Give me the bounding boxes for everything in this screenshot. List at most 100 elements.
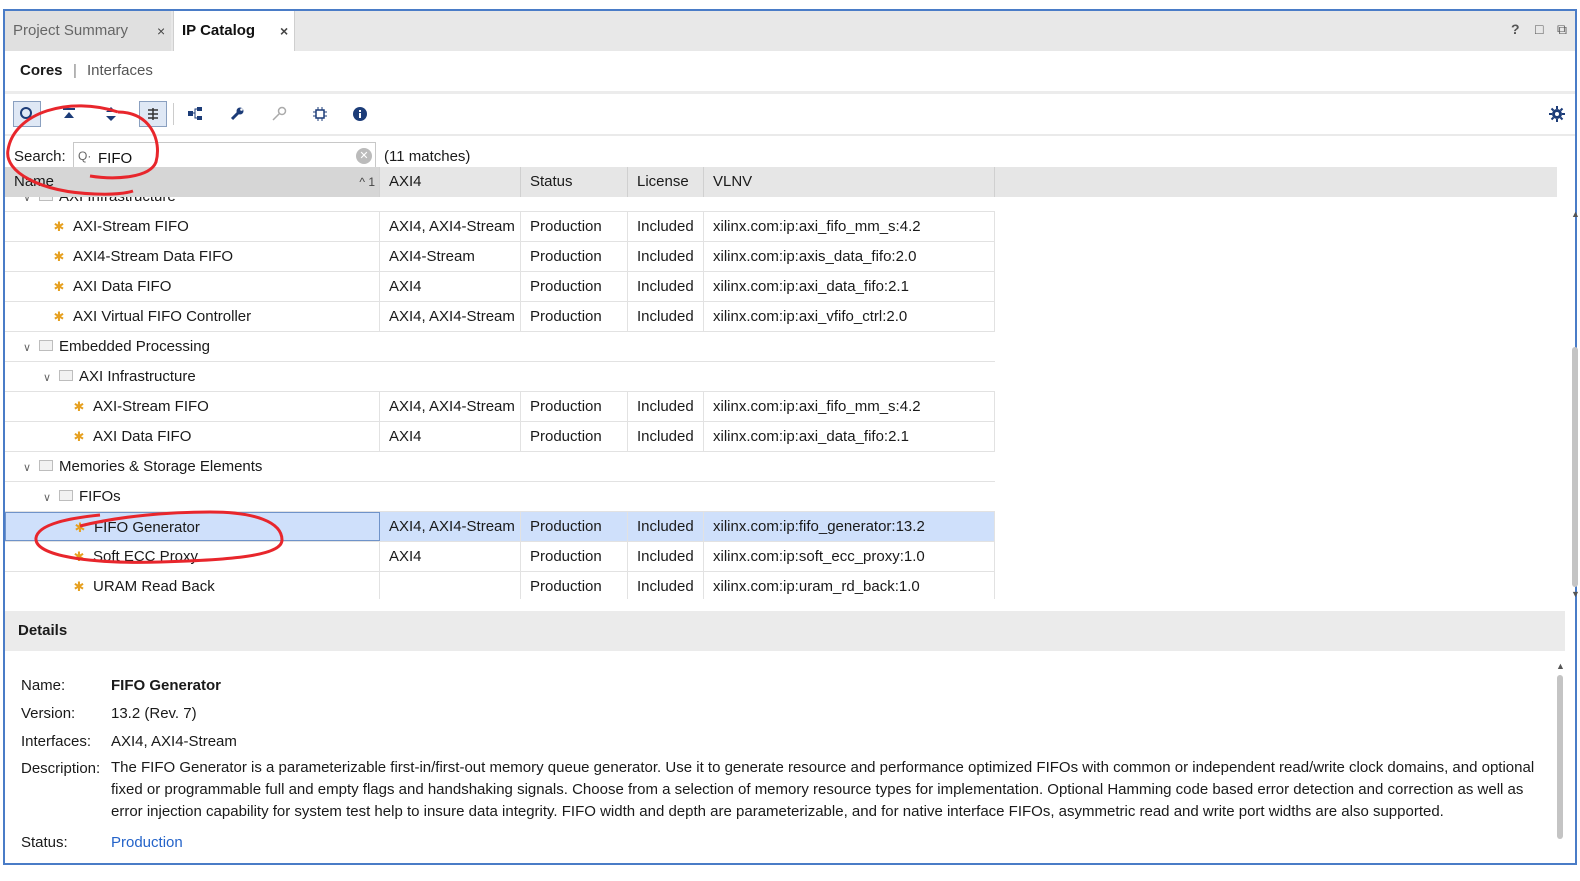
ip-core-icon: ✱ (53, 249, 65, 264)
tab-ip-catalog[interactable]: IP Catalog × (173, 11, 295, 51)
folder-icon (59, 369, 73, 381)
key-icon (272, 106, 287, 121)
cell-name: ✱ URAM Read Back (5, 572, 380, 599)
help-icon[interactable]: ? (1511, 21, 1520, 37)
table-row[interactable]: ✱ AXI-Stream FIFO AXI4, AXI4-Stream Product… (5, 392, 995, 422)
table-row[interactable]: ✱ AXI Data FIFO AXI4 Production Included xili… (5, 272, 995, 302)
cell-status: Production (521, 272, 628, 301)
tree-folder-row[interactable]: ∨ Memories & Storage Elements (5, 452, 995, 482)
folder-icon (39, 459, 53, 471)
cell-name: ✱ Soft ECC Proxy (5, 542, 380, 571)
cell-name: ✱ AXI-Stream FIFO (5, 392, 380, 421)
chevron-down-icon[interactable]: ∨ (19, 197, 35, 211)
search-toggle-button[interactable] (13, 101, 41, 127)
table-scrollbar[interactable]: ▲ ▼ (1570, 197, 1580, 599)
close-icon[interactable]: × (280, 11, 288, 51)
details-version-label: Version: (21, 705, 76, 722)
hierarchy-button[interactable] (181, 101, 209, 127)
ip-table: ∨ AXI Infrastructure ✱ AXI-Stream FIFO AXI4,… (5, 197, 1557, 599)
clear-search-icon[interactable]: ✕ (356, 148, 372, 164)
table-row[interactable]: ✱ Soft ECC Proxy AXI4 Production Included xil… (5, 542, 995, 572)
float-icon[interactable]: ⧉ (1557, 21, 1567, 38)
row-label: Memories & Storage Elements (59, 458, 263, 475)
cell-status: Production (521, 302, 628, 331)
cell-vlnv: xilinx.com:ip:uram_rd_back:1.0 (704, 572, 995, 599)
cell-name: ✱ AXI Data FIFO (5, 272, 380, 301)
cell-vlnv: xilinx.com:ip:axi_fifo_mm_s:4.2 (704, 392, 995, 421)
cell-name: ∨ Memories & Storage Elements (5, 452, 995, 481)
cell-status: Production (521, 422, 628, 451)
scroll-up-icon[interactable]: ▲ (1556, 661, 1565, 671)
close-icon[interactable]: × (157, 11, 165, 51)
cell-vlnv: xilinx.com:ip:soft_ecc_proxy:1.0 (704, 542, 995, 571)
column-header-name[interactable]: Name ^ 1 (5, 167, 380, 197)
column-header-license[interactable]: License (628, 167, 704, 197)
scroll-down-icon[interactable]: ▼ (1571, 589, 1580, 599)
tree-folder-row[interactable]: ∨ FIFOs (5, 482, 995, 512)
row-label: AXI Data FIFO (93, 428, 192, 445)
expand-all-button[interactable] (97, 101, 125, 127)
scrollbar-thumb[interactable] (1572, 347, 1578, 587)
row-label: AXI Data FIFO (73, 278, 172, 295)
cell-status: Production (521, 392, 628, 421)
settings-button[interactable] (223, 101, 251, 127)
cell-axi4: AXI4, AXI4-Stream (380, 302, 521, 331)
column-header-status[interactable]: Status (521, 167, 628, 197)
chevron-down-icon[interactable]: ∨ (19, 454, 35, 481)
table-row[interactable]: ✱ AXI Virtual FIFO Controller AXI4, AXI4-S… (5, 302, 995, 332)
scrollbar-thumb[interactable] (1557, 675, 1563, 839)
column-label: Name (14, 173, 55, 190)
chevron-down-icon[interactable]: ∨ (39, 364, 55, 391)
cell-axi4: AXI4, AXI4-Stream (380, 392, 521, 421)
chip-button[interactable] (306, 101, 334, 127)
row-label: Embedded Processing (59, 338, 210, 355)
table-row[interactable]: ✱ URAM Read Back Production Included xilinx.… (5, 572, 995, 599)
tab-cores[interactable]: Cores (20, 51, 63, 91)
cell-axi4 (380, 572, 521, 599)
details-scrollbar[interactable]: ▲ (1555, 661, 1565, 851)
tree-folder-row[interactable]: ∨ AXI Infrastructure (5, 197, 995, 212)
table-row[interactable]: ✱ AXI-Stream FIFO AXI4, AXI4-Stream Product… (5, 212, 995, 242)
scroll-up-icon[interactable]: ▲ (1571, 209, 1580, 219)
tab-interfaces[interactable]: Interfaces (87, 51, 153, 91)
key-button[interactable] (265, 101, 293, 127)
cell-axi4: AXI4 (380, 542, 521, 571)
toolbar (5, 94, 1575, 136)
table-row[interactable]: ✱ AXI4-Stream Data FIFO AXI4-Stream Product… (5, 242, 995, 272)
group-by-button[interactable] (139, 101, 167, 127)
collapse-all-button[interactable] (55, 101, 83, 127)
tab-label: IP Catalog (182, 22, 256, 39)
restore-icon[interactable]: □ (1535, 21, 1543, 37)
tree-folder-row[interactable]: ∨ AXI Infrastructure (5, 362, 995, 392)
details-panel: Name: FIFO Generator Version: 13.2 (Rev.… (5, 651, 1565, 856)
options-button[interactable] (1543, 101, 1571, 127)
chevron-down-icon[interactable]: ∨ (19, 334, 35, 361)
table-row[interactable]: ✱ AXI Data FIFO AXI4 Production Included xili… (5, 422, 995, 452)
info-button[interactable] (346, 101, 374, 127)
table-row[interactable]: ✱ FIFO Generator AXI4, AXI4-Stream Producti… (5, 512, 995, 542)
cell-vlnv: xilinx.com:ip:axis_data_fifo:2.0 (704, 242, 995, 271)
tab-project-summary[interactable]: Project Summary × (5, 11, 171, 51)
cell-name: ✱ AXI Data FIFO (5, 422, 380, 451)
wrench-icon (230, 107, 244, 121)
details-status-link[interactable]: Production (111, 834, 183, 851)
row-label: Soft ECC Proxy (93, 548, 199, 565)
group-icon (148, 108, 158, 120)
cell-name: ∨ AXI Infrastructure (5, 197, 995, 211)
cell-status: Production (521, 512, 628, 541)
column-header-vlnv[interactable]: VLNV (704, 167, 995, 197)
cell-license: Included (628, 422, 704, 451)
column-header-axi4[interactable]: AXI4 (380, 167, 521, 197)
sub-tab-bar: Cores | Interfaces (5, 51, 1575, 94)
cell-license: Included (628, 242, 704, 271)
tree-folder-row[interactable]: ∨ Embedded Processing (5, 332, 995, 362)
cell-vlnv: xilinx.com:ip:axi_fifo_mm_s:4.2 (704, 212, 995, 241)
details-name: FIFO Generator (111, 677, 222, 694)
chip-icon (313, 107, 327, 121)
row-label: AXI4-Stream Data FIFO (73, 248, 234, 265)
ip-core-icon: ✱ (73, 549, 85, 564)
cell-license: Included (628, 392, 704, 421)
chevron-down-icon[interactable]: ∨ (39, 484, 55, 511)
details-header: Details (5, 611, 1565, 651)
details-interfaces-label: Interfaces: (21, 733, 92, 750)
